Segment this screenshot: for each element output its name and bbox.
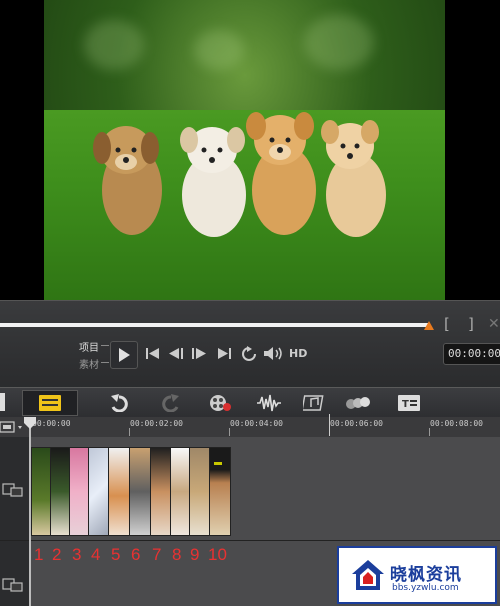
redo-icon — [162, 394, 179, 412]
clip-9[interactable] — [189, 447, 210, 536]
go-to-end-icon[interactable] — [218, 347, 232, 360]
svg-text:T: T — [402, 399, 409, 410]
ruler-tick — [229, 428, 230, 436]
watermark-url: bbs.yzwlu.com — [392, 583, 459, 593]
clip-2[interactable] — [50, 447, 70, 536]
ruler-tick — [129, 428, 130, 436]
clip-10[interactable] — [209, 447, 231, 536]
mark-out-button[interactable]: ] — [468, 315, 474, 333]
close-icon[interactable]: ✕ — [488, 316, 500, 332]
clip-number-label: 7 — [152, 545, 162, 564]
scrub-handle[interactable] — [424, 321, 434, 330]
mode-clip-label[interactable]: 素材 — [79, 356, 99, 371]
puppies-photo — [93, 112, 386, 237]
redo-button[interactable] — [158, 392, 184, 414]
timeline-view-icon — [39, 395, 61, 411]
hd-toggle[interactable]: HD — [289, 347, 307, 360]
previous-frame-icon[interactable] — [169, 347, 185, 360]
mode-divider — [101, 345, 109, 346]
clip-number-label: 10 — [208, 545, 227, 564]
puppy-3 — [246, 112, 316, 235]
sound-mixer-button[interactable] — [256, 392, 282, 414]
mode-project-label[interactable]: 项目 — [79, 339, 99, 354]
ruler-label: 00:00:02:00 — [130, 419, 183, 428]
clip-number-label: 6 — [131, 545, 141, 564]
clip-number-label: 4 — [91, 545, 101, 564]
ruler-tick — [329, 414, 330, 436]
clip-number-label: 1 — [34, 545, 44, 564]
transport-bar — [0, 300, 500, 389]
repeat-icon[interactable] — [241, 346, 257, 361]
ruler-label: 00:00:00 — [32, 419, 71, 428]
clip-3[interactable] — [69, 447, 89, 536]
auto-music-button[interactable] — [302, 392, 328, 414]
track-manager-icon[interactable] — [0, 421, 26, 435]
timecode-display[interactable]: 00:00:00 — [443, 343, 500, 365]
motion-track-icon — [346, 397, 370, 409]
play-icon — [119, 348, 130, 362]
motion-tracking-button[interactable] — [345, 392, 371, 414]
overlay-track-icon[interactable] — [2, 577, 24, 593]
undo-icon — [111, 394, 128, 412]
video-preview — [44, 0, 445, 300]
ruler-label: 00:00:06:00 — [330, 419, 383, 428]
clip-number-label: 8 — [172, 545, 182, 564]
playhead-handle[interactable] — [24, 417, 36, 429]
puppy-2 — [180, 127, 246, 237]
clip-number-label: 5 — [111, 545, 121, 564]
storyboard-view-icon[interactable] — [0, 393, 5, 411]
ruler-tick — [429, 428, 430, 436]
subtitle-icon: T — [398, 395, 420, 411]
scrub-bar[interactable] — [0, 323, 428, 327]
timeline-view-button[interactable] — [22, 390, 78, 416]
puppy-1 — [93, 126, 162, 235]
clip-6[interactable] — [129, 447, 151, 536]
mode-divider — [101, 362, 109, 363]
clip-number-label: 3 — [72, 545, 82, 564]
puppy-4 — [321, 120, 386, 237]
film-reel-icon — [210, 395, 231, 411]
playhead[interactable] — [29, 421, 31, 606]
play-button[interactable] — [110, 341, 138, 369]
mark-in-button[interactable]: [ — [444, 315, 450, 333]
watermark-title: 晓枫资讯 — [390, 565, 462, 585]
ruler-label: 00:00:04:00 — [230, 419, 283, 428]
go-to-start-icon[interactable] — [146, 347, 160, 360]
undo-button[interactable] — [106, 392, 132, 414]
clip-1[interactable] — [31, 447, 51, 536]
ruler-label: 00:00:08:00 — [430, 419, 483, 428]
video-track-icon[interactable] — [2, 482, 24, 498]
clip-number-label: 9 — [190, 545, 200, 564]
next-frame-icon[interactable] — [192, 347, 208, 360]
audio-waveform-icon — [257, 394, 281, 412]
volume-icon[interactable] — [264, 346, 284, 361]
house-logo-icon — [352, 560, 384, 590]
clip-5[interactable] — [108, 447, 130, 536]
auto-music-icon — [303, 395, 324, 411]
clip-7[interactable] — [150, 447, 171, 536]
clip-number-label: 2 — [52, 545, 62, 564]
clip-4[interactable] — [88, 447, 109, 536]
clip-8[interactable] — [170, 447, 190, 536]
subtitle-editor-button[interactable]: T — [396, 392, 422, 414]
record-capture-button[interactable] — [207, 392, 233, 414]
